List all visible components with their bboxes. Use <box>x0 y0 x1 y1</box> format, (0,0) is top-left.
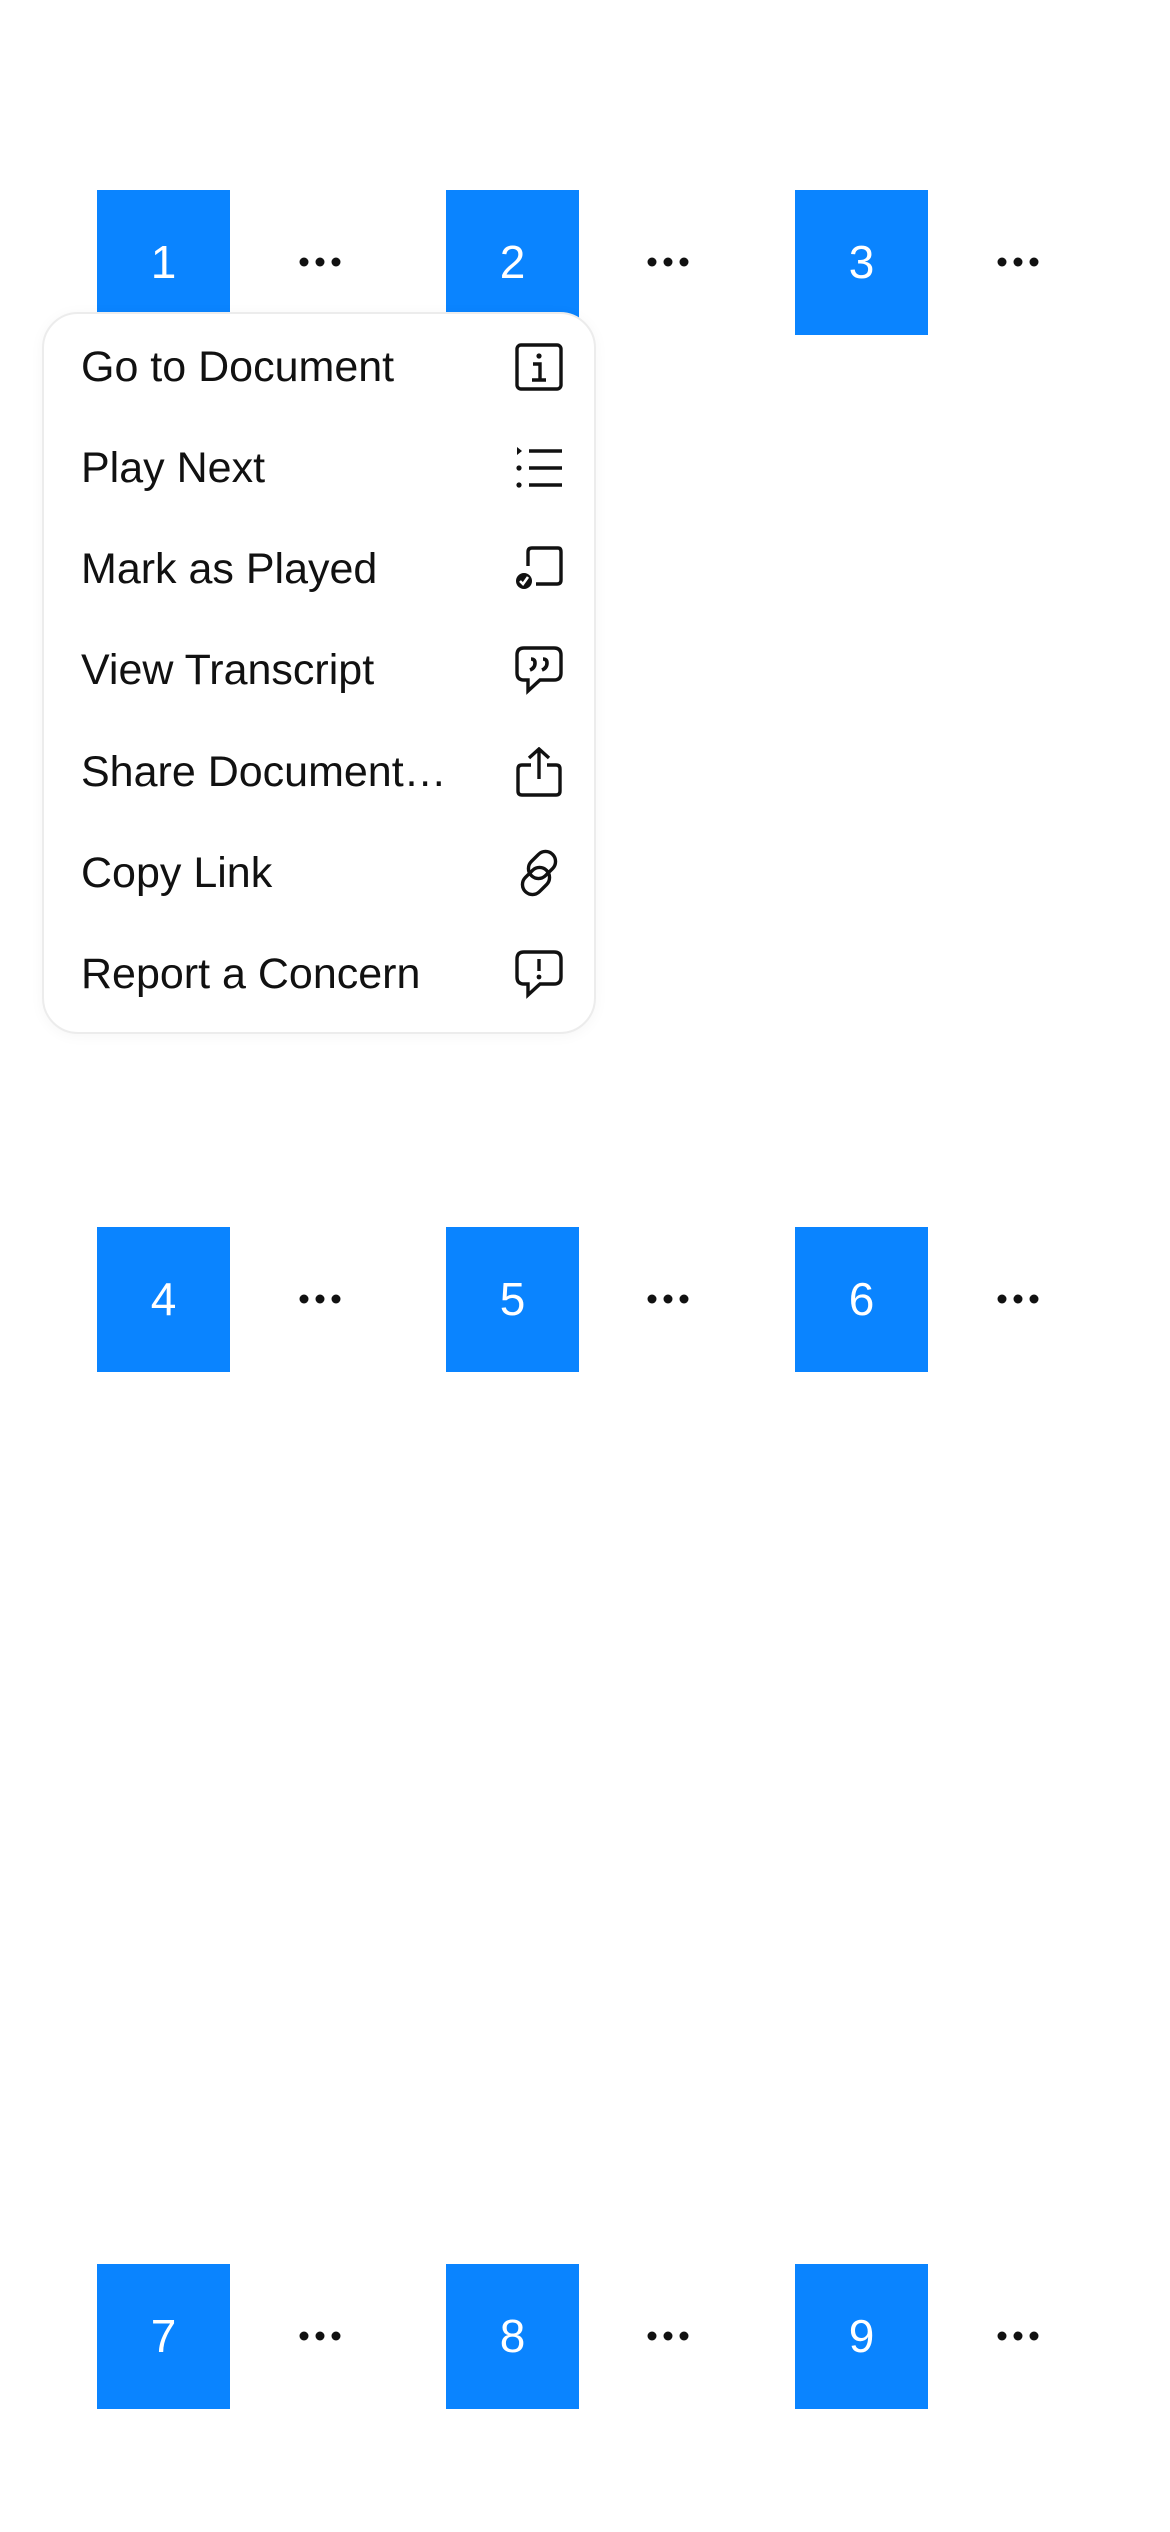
tile-9[interactable]: 9 <box>795 2264 928 2409</box>
tile-6[interactable]: 6 <box>795 1227 928 1372</box>
list-icon <box>514 443 564 493</box>
tile-7[interactable]: 7 <box>97 2264 230 2409</box>
ellipsis-icon <box>299 257 341 267</box>
more-button-6[interactable] <box>973 1269 1063 1329</box>
context-menu: Go to Document Play Next Mark as Played <box>42 312 596 1034</box>
menu-item-share-document[interactable]: Share Document… <box>44 722 594 822</box>
ellipsis-icon <box>647 257 689 267</box>
ellipsis-icon <box>299 1294 341 1304</box>
played-check-icon <box>514 544 564 594</box>
menu-item-mark-as-played[interactable]: Mark as Played <box>44 519 594 619</box>
more-button-9[interactable] <box>973 2306 1063 2366</box>
menu-item-copy-link[interactable]: Copy Link <box>44 823 594 923</box>
ellipsis-icon <box>997 257 1039 267</box>
ellipsis-icon <box>647 2331 689 2341</box>
menu-item-label: Report a Concern <box>81 950 421 998</box>
menu-item-label: Share Document… <box>81 748 447 796</box>
ellipsis-icon <box>997 1294 1039 1304</box>
ellipsis-icon <box>997 2331 1039 2341</box>
more-button-5[interactable] <box>623 1269 713 1329</box>
tile-3[interactable]: 3 <box>795 190 928 335</box>
menu-item-label: Go to Document <box>81 343 395 391</box>
quote-bubble-icon <box>514 645 564 695</box>
menu-item-label: Play Next <box>81 444 266 492</box>
menu-item-go-to-document[interactable]: Go to Document <box>44 317 594 417</box>
menu-item-label: Mark as Played <box>81 545 378 593</box>
menu-item-play-next[interactable]: Play Next <box>44 418 594 518</box>
more-button-8[interactable] <box>623 2306 713 2366</box>
share-icon <box>514 747 564 797</box>
menu-item-view-transcript[interactable]: View Transcript <box>44 620 594 720</box>
menu-item-report-a-concern[interactable]: Report a Concern <box>44 924 594 1024</box>
menu-item-label: View Transcript <box>81 646 375 694</box>
tile-4[interactable]: 4 <box>97 1227 230 1372</box>
info-icon <box>514 342 564 392</box>
ellipsis-icon <box>647 1294 689 1304</box>
tile-8[interactable]: 8 <box>446 2264 579 2409</box>
more-button-4[interactable] <box>275 1269 365 1329</box>
ellipsis-icon <box>299 2331 341 2341</box>
more-button-3[interactable] <box>973 232 1063 292</box>
menu-item-label: Copy Link <box>81 849 273 897</box>
more-button-7[interactable] <box>275 2306 365 2366</box>
tile-5[interactable]: 5 <box>446 1227 579 1372</box>
more-button-2[interactable] <box>623 232 713 292</box>
link-icon <box>514 848 564 898</box>
more-button-1[interactable] <box>275 232 365 292</box>
report-bubble-icon <box>514 949 564 999</box>
